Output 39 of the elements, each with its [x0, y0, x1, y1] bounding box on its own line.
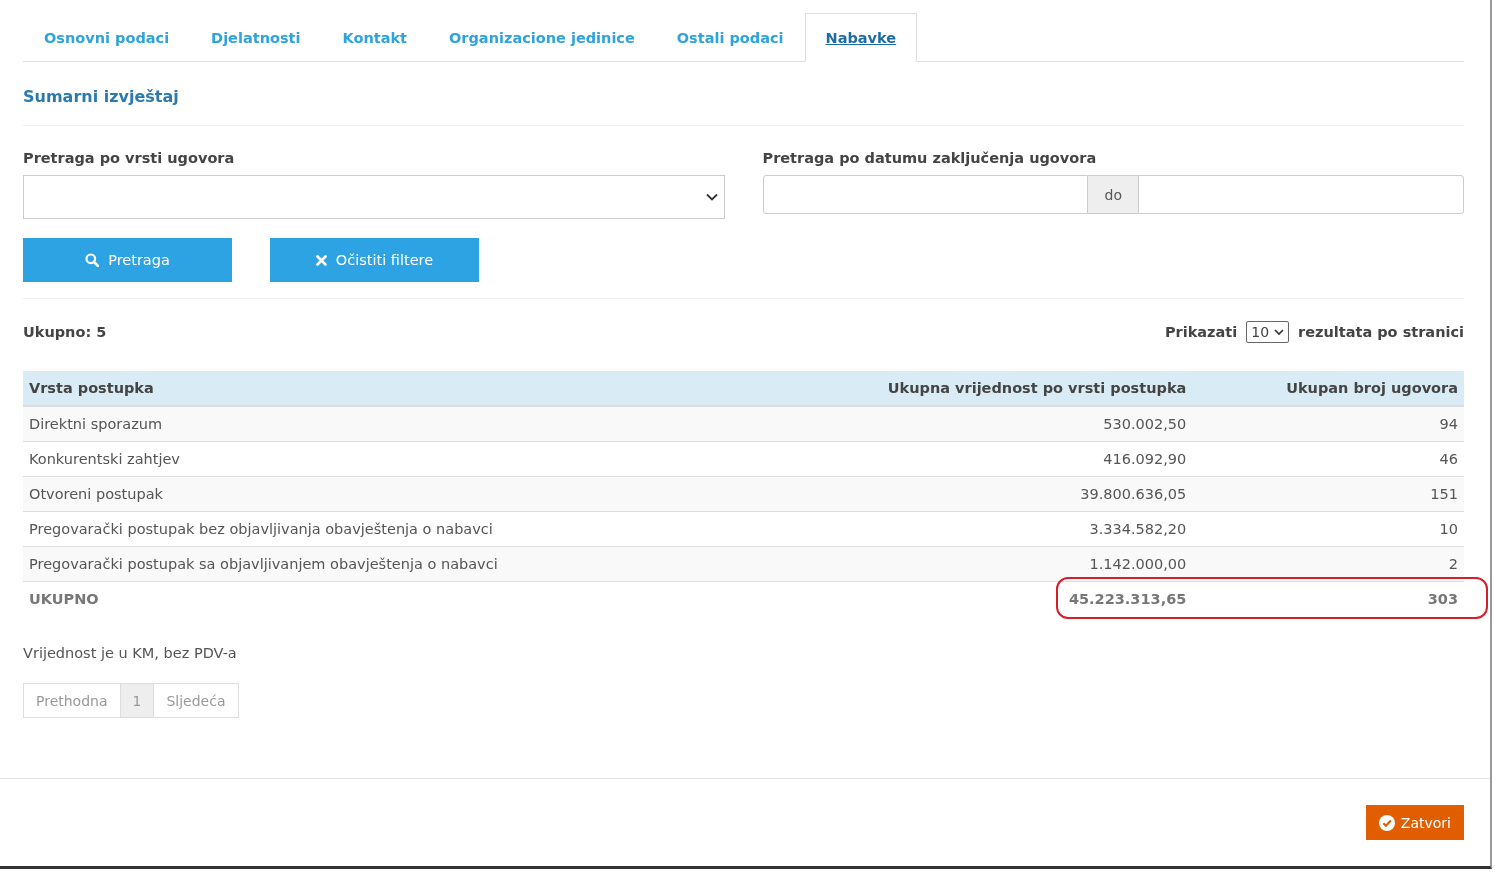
chevron-down-icon	[705, 193, 718, 201]
table-cell: Otvoreni postupak	[23, 476, 734, 512]
tab[interactable]: Osnovni podaci	[23, 13, 191, 62]
close-button[interactable]: Zatvori	[1365, 805, 1464, 840]
tab[interactable]: Djelatnosti	[190, 13, 322, 62]
table-cell: 1.142.000,00	[733, 546, 1193, 582]
total-cell: 303	[1192, 581, 1464, 616]
tab[interactable]: Ostali podaci	[655, 13, 805, 62]
table-cell: Pregovarački postupak sa objavljivanjem obavještenja o nabavci	[23, 546, 734, 582]
date-from-field[interactable]	[762, 175, 1089, 214]
table-cell: 39.800.636,05	[733, 476, 1193, 512]
tab[interactable]: Organizacione jedinice	[428, 13, 656, 62]
tab[interactable]: Kontakt	[321, 13, 428, 62]
search-icon	[85, 253, 100, 267]
close-icon	[315, 254, 327, 266]
page-size-dropdown[interactable]: 10	[1246, 321, 1290, 343]
pagination-link[interactable]: 1	[119, 683, 155, 718]
check-circle-icon	[1378, 814, 1395, 831]
contract-type-dropdown[interactable]	[23, 175, 725, 219]
total-cell: UKUPNO	[23, 581, 734, 616]
table-cell: 2	[1192, 546, 1464, 582]
total-cell: 45.223.313,65	[733, 581, 1193, 616]
table-cell: 94	[1192, 406, 1464, 442]
filter-label: Pretraga po vrsti ugovora	[23, 150, 236, 167]
table-cell: 151	[1192, 476, 1464, 512]
footnote: Vrijednost je u KM, bez PDV-a	[23, 645, 238, 661]
range-separator: do	[1088, 175, 1139, 214]
table-cell: Direktni sporazum	[23, 406, 734, 442]
filter-label: Pretraga po datumu zaključenja ugovora	[762, 150, 1098, 167]
page-size-label: rezultata po stranici	[1298, 324, 1464, 340]
clear-filters-button[interactable]: Očistiti filtere	[270, 238, 479, 282]
search-button[interactable]: Pretraga	[23, 238, 232, 282]
chevron-down-icon	[1274, 328, 1285, 336]
section-title: Sumarni izvještaj	[23, 87, 180, 108]
total-count: Ukupno: 5	[23, 324, 107, 340]
tab[interactable]: Nabavke	[804, 13, 918, 62]
page-size-label: Prikazati	[1164, 324, 1238, 340]
table-cell: 530.002,50	[733, 406, 1193, 442]
date-to-field[interactable]	[1138, 175, 1464, 214]
